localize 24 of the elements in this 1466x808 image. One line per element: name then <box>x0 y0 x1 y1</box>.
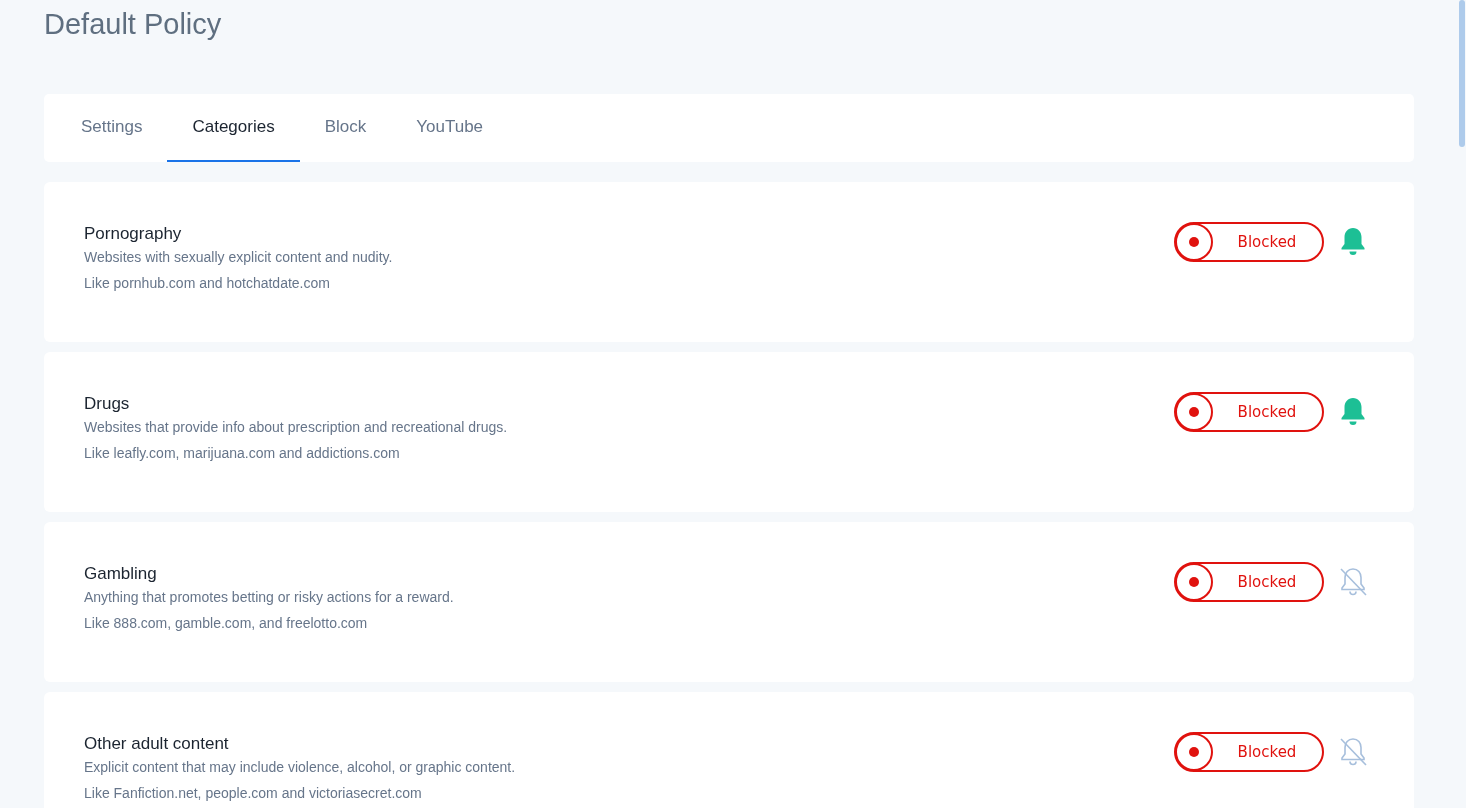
category-description: Websites that provide info about prescription and recreational drugs. <box>84 418 509 437</box>
tab[interactable]: Settings <box>56 94 168 162</box>
scrollbar-thumb[interactable] <box>1459 0 1465 147</box>
category-name: Pornography <box>84 223 183 245</box>
category-examples: Like leafly.com, marijuana.com and addictions.com <box>84 444 401 463</box>
category-examples: Like pornhub.com and hotchatdate.com <box>84 274 331 293</box>
block-toggle[interactable]: Blocked <box>1174 562 1324 602</box>
block-toggle[interactable]: Blocked <box>1174 732 1324 772</box>
page-title: Default Policy <box>44 7 223 42</box>
category-name: Other adult content <box>84 733 230 755</box>
category-description: Websites with sexually explicit content and nudity. <box>84 248 394 267</box>
category-name: Drugs <box>84 393 131 415</box>
category-name: Gambling <box>84 563 158 585</box>
category-description: Explicit content that may include violence, alcohol, or graphic content. <box>84 758 517 777</box>
category-examples: Like 888.com, gamble.com, and freelotto.com <box>84 614 369 633</box>
bell-off-icon[interactable] <box>1338 566 1368 598</box>
tab[interactable]: Block <box>299 94 392 162</box>
block-toggle[interactable]: Blocked <box>1174 392 1324 432</box>
tab[interactable]: YouTube <box>391 94 509 162</box>
tab[interactable]: Categories <box>167 94 300 162</box>
category-description: Anything that promotes betting or risky actions for a reward. <box>84 588 455 607</box>
category-examples: Like Fanfiction.net, people.com and victoriasecret.com <box>84 784 423 803</box>
bell-off-icon[interactable] <box>1338 736 1368 768</box>
block-toggle[interactable]: Blocked <box>1174 222 1324 262</box>
